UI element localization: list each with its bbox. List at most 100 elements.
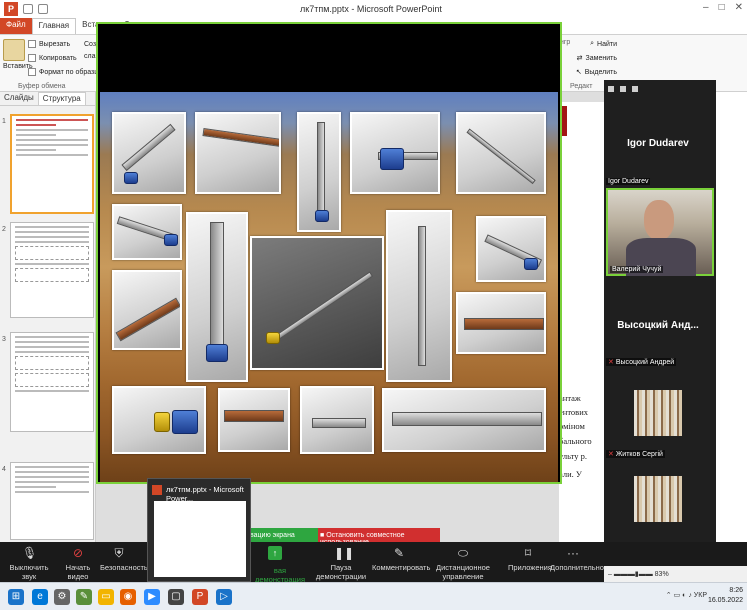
undo-icon[interactable]: [38, 4, 48, 14]
firefox-icon[interactable]: ◉: [120, 589, 136, 605]
conveyor-photo: [112, 112, 186, 194]
share-screen-icon[interactable]: ↑: [268, 546, 282, 560]
tab-home[interactable]: Главная: [31, 18, 77, 34]
participant-avatar: [634, 390, 682, 436]
copy-icon: [28, 54, 36, 62]
edge-icon[interactable]: e: [32, 589, 48, 605]
start-video-button[interactable]: ⊘ Начать видео: [56, 546, 100, 581]
cut-button[interactable]: Вырезать: [28, 40, 70, 48]
taskbar-app-icon[interactable]: ▢: [168, 589, 184, 605]
slide-text-line: ульту р.: [559, 451, 588, 461]
mic-off-icon: ✕: [608, 359, 614, 366]
conveyor-photo: [218, 388, 290, 452]
apps-button[interactable]: ⌑ Приложения: [508, 546, 552, 572]
clock[interactable]: 8:26 16.05.2022: [708, 586, 743, 606]
annotate-button[interactable]: ✎ Комментировать: [372, 546, 430, 572]
maximize-icon[interactable]: □: [719, 2, 725, 13]
app-icon[interactable]: ✎: [76, 589, 92, 605]
close-icon[interactable]: ✕: [735, 2, 743, 13]
thumb-line: [15, 466, 89, 468]
mute-button[interactable]: 🎙 Выключить звук: [6, 546, 52, 581]
slide-thumbnail-1[interactable]: [10, 114, 94, 214]
video-off-icon: ⊘: [72, 546, 84, 560]
participant-label: ✕ Высоцкий Андрей: [606, 358, 677, 366]
taskbar-window-preview[interactable]: лк7тпм.pptx - Microsoft Power...: [147, 478, 251, 582]
conveyor-photo: [350, 112, 440, 194]
taskbar-app-icon[interactable]: ▷: [216, 589, 232, 605]
paste-icon[interactable]: [3, 39, 25, 61]
slide-thumbnail-4[interactable]: [10, 462, 94, 540]
powerpoint-icon: [152, 485, 162, 495]
copy-button[interactable]: Копировать: [28, 54, 77, 62]
zoom-app-icon[interactable]: ▶: [144, 589, 160, 605]
settings-icon[interactable]: ⚙: [54, 589, 70, 605]
slide-thumbnail-3[interactable]: [10, 332, 94, 432]
powerpoint-app-icon[interactable]: P: [4, 2, 18, 16]
replace-button[interactable]: ⇄ Заменить: [577, 54, 617, 63]
thumb-figure: [15, 268, 89, 282]
status-bar: – ▬▬▬▮▬▬ 83%: [604, 566, 747, 582]
tab-slides[interactable]: Слайды: [0, 92, 38, 105]
thumb-line: [15, 336, 89, 338]
start-video-label: Начать видео: [65, 563, 91, 581]
auger-shape: [418, 226, 426, 366]
slide-panel: Слайды Структура 1 2 3 4: [0, 92, 96, 542]
zoom-out-icon[interactable]: –: [608, 571, 612, 578]
minimize-icon[interactable]: –: [703, 2, 709, 13]
slide-number: 1: [2, 118, 6, 125]
view-icon[interactable]: [620, 86, 626, 92]
auger-shape: [464, 318, 544, 330]
slide-text-line: антаж: [559, 393, 581, 403]
participant-video[interactable]: Валерий Чучуй: [606, 188, 714, 276]
select-button[interactable]: ↖ Выделить: [576, 68, 617, 77]
find-label: Найти: [597, 40, 617, 48]
clock-time: 8:26: [729, 587, 743, 594]
thumb-line: [15, 341, 89, 343]
shared-screen: [96, 22, 562, 484]
file-explorer-icon[interactable]: ▭: [98, 589, 114, 605]
language-indicator[interactable]: УКР: [694, 592, 707, 599]
zoom-level[interactable]: 83%: [655, 571, 669, 578]
tab-outline[interactable]: Структура: [37, 92, 86, 105]
mouse-icon: ⬭: [457, 546, 469, 560]
save-icon[interactable]: [23, 4, 33, 14]
thumb-line: [15, 390, 89, 392]
tray-icons: ⌃ ▭ ◐ ♪: [665, 592, 694, 599]
view-toggle[interactable]: [604, 80, 716, 98]
format-painter-button[interactable]: Формат по образцу: [28, 68, 102, 76]
conveyor-photo: [250, 236, 384, 370]
slide-thumbnail-2[interactable]: [10, 222, 94, 318]
pause-share-button[interactable]: ❚❚ Пауза демонстрации: [312, 546, 370, 581]
auger-shape: [312, 418, 366, 428]
remote-control-button[interactable]: ⬭ Дистанционное управление: [428, 546, 498, 581]
select-label: Выделить: [584, 68, 617, 76]
find-button[interactable]: ⌕ Найти: [590, 40, 617, 48]
view-icon[interactable]: [608, 86, 614, 92]
auger-shape: [202, 128, 279, 148]
participant-label: Валерий Чучуй: [610, 266, 664, 273]
thumb-line: [15, 236, 89, 238]
windows-start-icon[interactable]: ⊞: [8, 589, 24, 605]
conveyor-photo: [186, 212, 248, 382]
pencil-icon: ✎: [393, 546, 405, 560]
format-painter-label: Формат по образцу: [39, 68, 102, 76]
thumb-line: [15, 486, 56, 488]
auger-shape: [115, 297, 180, 342]
more-button[interactable]: ··· Дополнительно: [550, 546, 604, 572]
thumb-line: [15, 481, 89, 483]
zoom-slider[interactable]: ▬▬▬▮▬▬: [614, 571, 655, 578]
motor-shape: [380, 148, 404, 170]
view-icon[interactable]: [632, 86, 638, 92]
security-button[interactable]: ⛨ Безопасность: [100, 546, 148, 572]
motor-shape: [524, 258, 538, 270]
powerpoint-taskbar-icon[interactable]: P: [192, 589, 208, 605]
thumb-line: [15, 231, 89, 233]
thumb-line: [15, 226, 89, 228]
auger-shape: [224, 410, 284, 422]
windows-taskbar: ⊞ e ⚙ ✎ ▭ ◉ ▶ ▢ P ▷ ⌃ ▭ ◐ ♪ УКР 8:26 16.…: [0, 582, 747, 610]
shield-icon: ⛨: [114, 546, 124, 560]
participant-label-text: Высоцкий Андрей: [615, 359, 675, 366]
tab-file[interactable]: Файл: [0, 18, 32, 34]
preview-thumbnail: [154, 501, 246, 577]
system-tray[interactable]: ⌃ ▭ ◐ ♪ УКР: [666, 591, 707, 599]
